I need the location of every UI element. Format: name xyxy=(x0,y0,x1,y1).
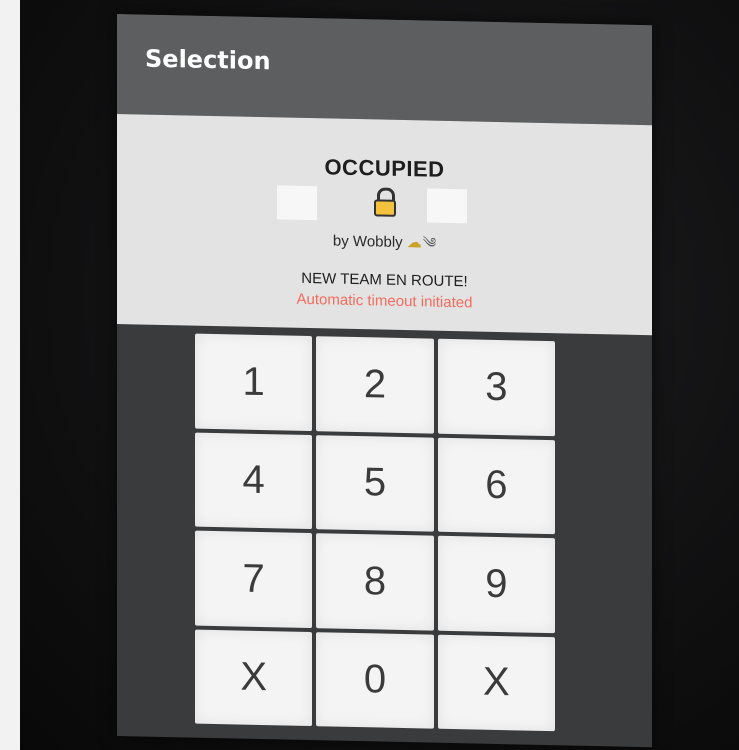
key-3[interactable]: 3 xyxy=(437,338,555,436)
key-9[interactable]: 9 xyxy=(437,535,555,633)
occupied-by-text: by Wobbly xyxy=(332,232,403,251)
wind-icon: ༄ xyxy=(422,234,437,251)
kiosk-screen: Selection OCCUPIED by Wobbly ☁༄ NEW TEAM … xyxy=(117,14,652,748)
key-2[interactable]: 2 xyxy=(316,336,434,434)
key-5[interactable]: 5 xyxy=(316,434,434,532)
lock-icon xyxy=(373,187,396,217)
occupancy-status: OCCUPIED xyxy=(324,154,445,182)
occupied-by-line: by Wobbly ☁༄ xyxy=(117,220,652,271)
key-1[interactable]: 1 xyxy=(195,333,313,431)
key-8[interactable]: 8 xyxy=(316,533,434,631)
lock-row xyxy=(117,182,652,227)
screen-glare xyxy=(277,185,317,221)
key-6[interactable]: 6 xyxy=(437,437,555,535)
status-content: OCCUPIED by Wobbly ☁༄ NEW TEAM EN ROUTE! … xyxy=(117,150,652,315)
key-0[interactable]: 0 xyxy=(316,631,434,729)
key-clear-right[interactable]: X xyxy=(437,634,555,732)
numeric-keypad: 1 2 3 4 5 6 7 8 9 X 0 X xyxy=(195,333,555,732)
key-4[interactable]: 4 xyxy=(195,432,313,530)
key-clear-left[interactable]: X xyxy=(195,629,313,727)
screen-glare xyxy=(427,188,467,224)
status-panel: OCCUPIED by Wobbly ☁༄ NEW TEAM EN ROUTE! … xyxy=(117,114,652,336)
partly-cloudy-icon: ☁ xyxy=(406,234,422,252)
title-bar: Selection xyxy=(117,14,652,126)
device-bezel xyxy=(0,0,20,750)
key-7[interactable]: 7 xyxy=(195,530,313,628)
page-title: Selection xyxy=(145,44,271,76)
